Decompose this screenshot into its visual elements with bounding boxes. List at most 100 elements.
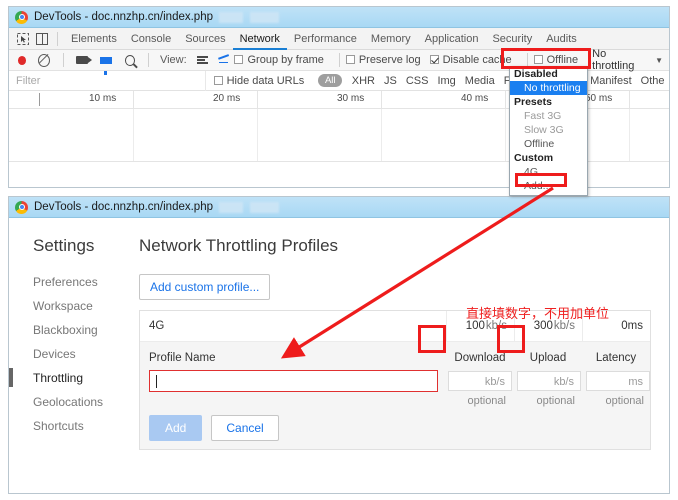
view-label: View: xyxy=(159,54,187,66)
devtools-tabstrip: Elements Console Sources Network Perform… xyxy=(9,28,669,50)
inspect-element-icon[interactable] xyxy=(14,31,31,47)
toggle-device-toolbar-icon[interactable] xyxy=(33,31,50,47)
form-input-row: kb/s kb/s ms xyxy=(140,370,650,392)
dropdown-item-offline[interactable]: Offline xyxy=(510,137,587,151)
form-download-header: Download xyxy=(454,352,506,364)
window1-title: DevTools - doc.nnzhp.cn/index.php xyxy=(34,11,213,23)
capture-screenshots-icon[interactable] xyxy=(76,56,92,64)
resource-filter-img[interactable]: Img xyxy=(437,75,455,87)
settings-main-panel: Network Throttling Profiles Add custom p… xyxy=(129,218,669,493)
tab-network[interactable]: Network xyxy=(232,28,287,50)
add-custom-profile-button[interactable]: Add custom profile... xyxy=(139,274,271,300)
sidebar-item-shortcuts[interactable]: Shortcuts xyxy=(31,414,129,438)
filter-icon[interactable] xyxy=(99,56,112,75)
timeline-tick-1: 10 ms xyxy=(89,93,117,104)
search-icon[interactable] xyxy=(124,54,136,66)
sidebar-item-blackboxing[interactable]: Blackboxing xyxy=(31,318,129,342)
annotation-note-chinese: 直接填数字，不用加单位 xyxy=(466,307,610,322)
timeline-tick-4: 40 ms xyxy=(461,93,489,104)
toolbar-divider-1 xyxy=(63,53,65,67)
toolbar-divider-3 xyxy=(338,53,340,67)
settings-body: Settings Preferences Workspace Blackboxi… xyxy=(9,218,669,493)
clear-icon[interactable] xyxy=(38,53,51,67)
profile-name-cell: 4G xyxy=(149,320,165,332)
window2-title: DevTools - doc.nnzhp.cn/index.php xyxy=(34,201,213,213)
sidebar-item-workspace[interactable]: Workspace xyxy=(31,294,129,318)
resource-filter-xhr[interactable]: XHR xyxy=(352,75,375,87)
checkbox-box xyxy=(345,55,355,64)
sidebar-item-preferences[interactable]: Preferences xyxy=(31,270,129,294)
form-latency-header: Latency xyxy=(595,352,637,364)
window1-titlebar: DevTools - doc.nnzhp.cn/index.php xyxy=(9,7,669,28)
tab-application[interactable]: Application xyxy=(418,28,486,50)
annotation-box-throttling-select xyxy=(501,48,591,69)
resource-filter-js[interactable]: JS xyxy=(384,75,397,87)
upload-optional-label: optional xyxy=(536,395,575,407)
timeline-tick-2: 20 ms xyxy=(213,93,241,104)
timeline-tick-5: 50 ms xyxy=(585,93,613,104)
tab-security[interactable]: Security xyxy=(485,28,539,50)
preserve-log-checkbox[interactable]: Preserve log xyxy=(345,54,421,66)
checkbox-box xyxy=(234,55,244,64)
resource-filter-all[interactable]: All xyxy=(318,74,343,87)
tab-audits[interactable]: Audits xyxy=(539,28,584,50)
form-button-row: Add Cancel xyxy=(140,407,650,441)
latency-input[interactable]: ms xyxy=(586,371,650,391)
latency-optional-label: optional xyxy=(605,395,644,407)
chevron-down-icon[interactable]: ▼ xyxy=(655,56,663,65)
resource-filter-media[interactable]: Media xyxy=(465,75,495,87)
hide-data-urls-checkbox[interactable]: Hide data URLs xyxy=(213,74,305,87)
page-title: Network Throttling Profiles xyxy=(139,236,339,255)
settings-heading: Settings xyxy=(33,236,95,255)
cancel-button[interactable]: Cancel xyxy=(211,415,279,441)
add-button[interactable]: Add xyxy=(149,415,203,441)
download-input[interactable]: kb/s xyxy=(448,371,512,391)
dropdown-item-slow-3g[interactable]: Slow 3G xyxy=(510,123,587,137)
form-optional-row: optional optional optional xyxy=(140,395,650,407)
upload-input[interactable]: kb/s xyxy=(517,371,581,391)
profile-name-input[interactable] xyxy=(149,370,438,392)
tab-console[interactable]: Console xyxy=(124,28,178,50)
tab-performance[interactable]: Performance xyxy=(287,28,364,50)
window2-titlebar: DevTools - doc.nnzhp.cn/index.php xyxy=(9,197,669,218)
chrome-logo-icon xyxy=(15,200,28,214)
new-profile-form: Profile Name Download Upload Latency kb/… xyxy=(140,342,650,449)
hide-data-urls-label: Hide data URLs xyxy=(226,74,305,87)
group-by-frame-checkbox[interactable]: Group by frame xyxy=(234,54,324,66)
throttling-select-value[interactable]: No throttling xyxy=(592,48,646,72)
settings-sidebar: Settings Preferences Workspace Blackboxi… xyxy=(9,218,129,493)
resource-filter-css[interactable]: CSS xyxy=(406,75,429,87)
throttling-profiles-table: 4G 100 kb/s 300 kb/s 0ms Profile Name Down… xyxy=(139,310,651,450)
devtools-window-settings: DevTools - doc.nnzhp.cn/index.php Settin… xyxy=(8,196,670,494)
form-upload-header: Upload xyxy=(529,352,567,364)
toolbar-divider-2 xyxy=(148,53,149,67)
dropdown-item-no-throttling[interactable]: No throttling xyxy=(510,81,587,95)
dropdown-group-custom: Custom xyxy=(514,152,554,164)
download-optional-label: optional xyxy=(467,395,506,407)
tab-memory[interactable]: Memory xyxy=(364,28,418,50)
group-by-frame-label: Group by frame xyxy=(247,54,324,66)
timeline-tick-3: 30 ms xyxy=(337,93,365,104)
dropdown-group-disabled: Disabled xyxy=(514,68,558,80)
resource-filter-other[interactable]: Othe xyxy=(641,75,665,87)
annotation-box-dropdown-add xyxy=(515,173,567,187)
resource-filter-manifest[interactable]: Manifest xyxy=(590,75,632,87)
text-caret xyxy=(156,374,157,388)
record-icon[interactable] xyxy=(18,55,27,65)
sidebar-item-throttling[interactable]: Throttling xyxy=(9,366,129,390)
waterfall-view-icon[interactable] xyxy=(218,55,230,66)
checkbox-box-checked xyxy=(429,55,439,64)
annotation-box-upload-value xyxy=(497,325,525,353)
form-header-row: Profile Name Download Upload Latency xyxy=(140,342,650,370)
sidebar-item-geolocations[interactable]: Geolocations xyxy=(31,390,129,414)
tab-sources[interactable]: Sources xyxy=(178,28,232,50)
list-view-icon[interactable] xyxy=(196,56,208,64)
dropdown-item-fast-3g[interactable]: Fast 3G xyxy=(510,109,587,123)
annotation-box-download-value xyxy=(418,325,446,353)
tabstrip-divider xyxy=(57,31,58,46)
disable-cache-checkbox[interactable]: Disable cache xyxy=(429,54,512,66)
chrome-logo-icon xyxy=(15,10,28,24)
tab-elements[interactable]: Elements xyxy=(64,28,124,50)
form-name-header: Profile Name xyxy=(149,352,216,364)
sidebar-item-devices[interactable]: Devices xyxy=(31,342,129,366)
